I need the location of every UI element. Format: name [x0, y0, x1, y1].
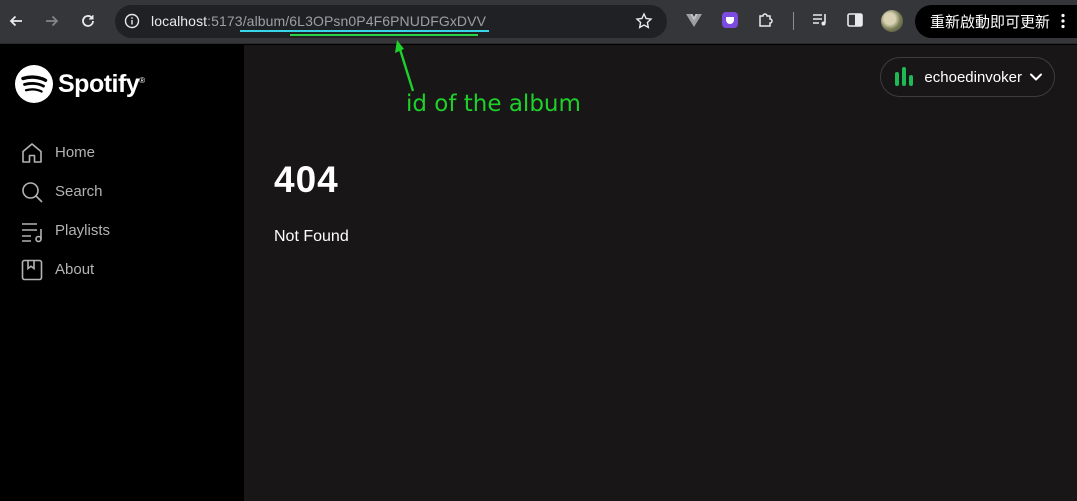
- back-arrow-icon: [9, 15, 22, 27]
- user-bars-icon: [895, 67, 914, 86]
- registered-mark: ®: [139, 75, 145, 85]
- url-path: :5173/album/6L3OPsn0P4F6PNUDFGxDVV: [207, 13, 487, 29]
- site-info-icon[interactable]: [124, 13, 140, 29]
- profile-avatar[interactable]: [881, 10, 903, 32]
- purple-extension[interactable]: [720, 10, 740, 30]
- forward-arrow-icon: [46, 15, 59, 27]
- home-icon: [22, 142, 42, 163]
- browser-toolbar: localhost:5173/album/6L3OPsn0P4F6PNUDFGx…: [0, 0, 1077, 44]
- bookmark-star-icon[interactable]: [635, 12, 653, 30]
- side-panel-icon: [847, 13, 863, 27]
- sidebar-item-playlists[interactable]: Playlists: [20, 211, 110, 250]
- spotify-logo[interactable]: Spotify®: [15, 65, 145, 103]
- sidebar-nav: Home Search Playlists About: [20, 133, 110, 289]
- about-icon: [21, 259, 43, 280]
- sidebar-item-about[interactable]: About: [20, 250, 110, 289]
- url-path-highlight: [240, 30, 489, 32]
- forward-button[interactable]: [40, 9, 64, 33]
- search-icon: [22, 181, 43, 203]
- extensions-puzzle-icon: [759, 13, 773, 27]
- sidebar-item-label: About: [55, 261, 95, 278]
- extension-purple-icon: [722, 12, 738, 28]
- error-code: 404: [274, 159, 339, 200]
- reload-button[interactable]: [76, 9, 100, 33]
- error-message: Not Found: [274, 228, 349, 245]
- toolbar-divider: [793, 12, 794, 30]
- spotify-logo-icon: [15, 65, 53, 103]
- username: echoedinvoker: [924, 68, 1022, 86]
- side-panel-button[interactable]: [845, 10, 865, 30]
- media-controls-icon: [813, 14, 826, 26]
- sidebar-item-home[interactable]: Home: [20, 133, 110, 172]
- sidebar-item-label: Playlists: [55, 222, 111, 239]
- album-id-highlight: [290, 34, 478, 36]
- url-text[interactable]: localhost:5173/album/6L3OPsn0P4F6PNUDFGx…: [151, 13, 486, 30]
- media-controls-button[interactable]: [810, 10, 830, 30]
- menu-dots-icon: [1061, 13, 1065, 29]
- playlists-icon: [22, 222, 42, 242]
- sidebar-item-label: Home: [55, 144, 96, 161]
- vue-devtools-icon: [686, 14, 702, 27]
- sidebar-item-search[interactable]: Search: [20, 172, 110, 211]
- annotation-arrow-icon: [395, 40, 415, 92]
- update-button-label: 重新啟動即可更新: [930, 13, 1051, 31]
- main-content: echoedinvoker 404 Not Found: [244, 45, 1077, 501]
- url-host: localhost: [151, 13, 208, 29]
- user-menu-button[interactable]: echoedinvoker: [880, 57, 1055, 97]
- sidebar: Spotify® Home Search Playlists About: [0, 45, 244, 501]
- logo-text: Spotify®: [58, 69, 145, 98]
- annotation-label: id of the album: [406, 91, 581, 117]
- chevron-down-icon: [1030, 73, 1042, 81]
- back-button[interactable]: [4, 9, 28, 33]
- reload-icon: [82, 15, 94, 27]
- sidebar-item-label: Search: [55, 183, 103, 200]
- vue-devtools-extension[interactable]: [684, 10, 704, 30]
- extensions-button[interactable]: [756, 10, 776, 30]
- update-button[interactable]: 重新啟動即可更新: [915, 5, 1077, 38]
